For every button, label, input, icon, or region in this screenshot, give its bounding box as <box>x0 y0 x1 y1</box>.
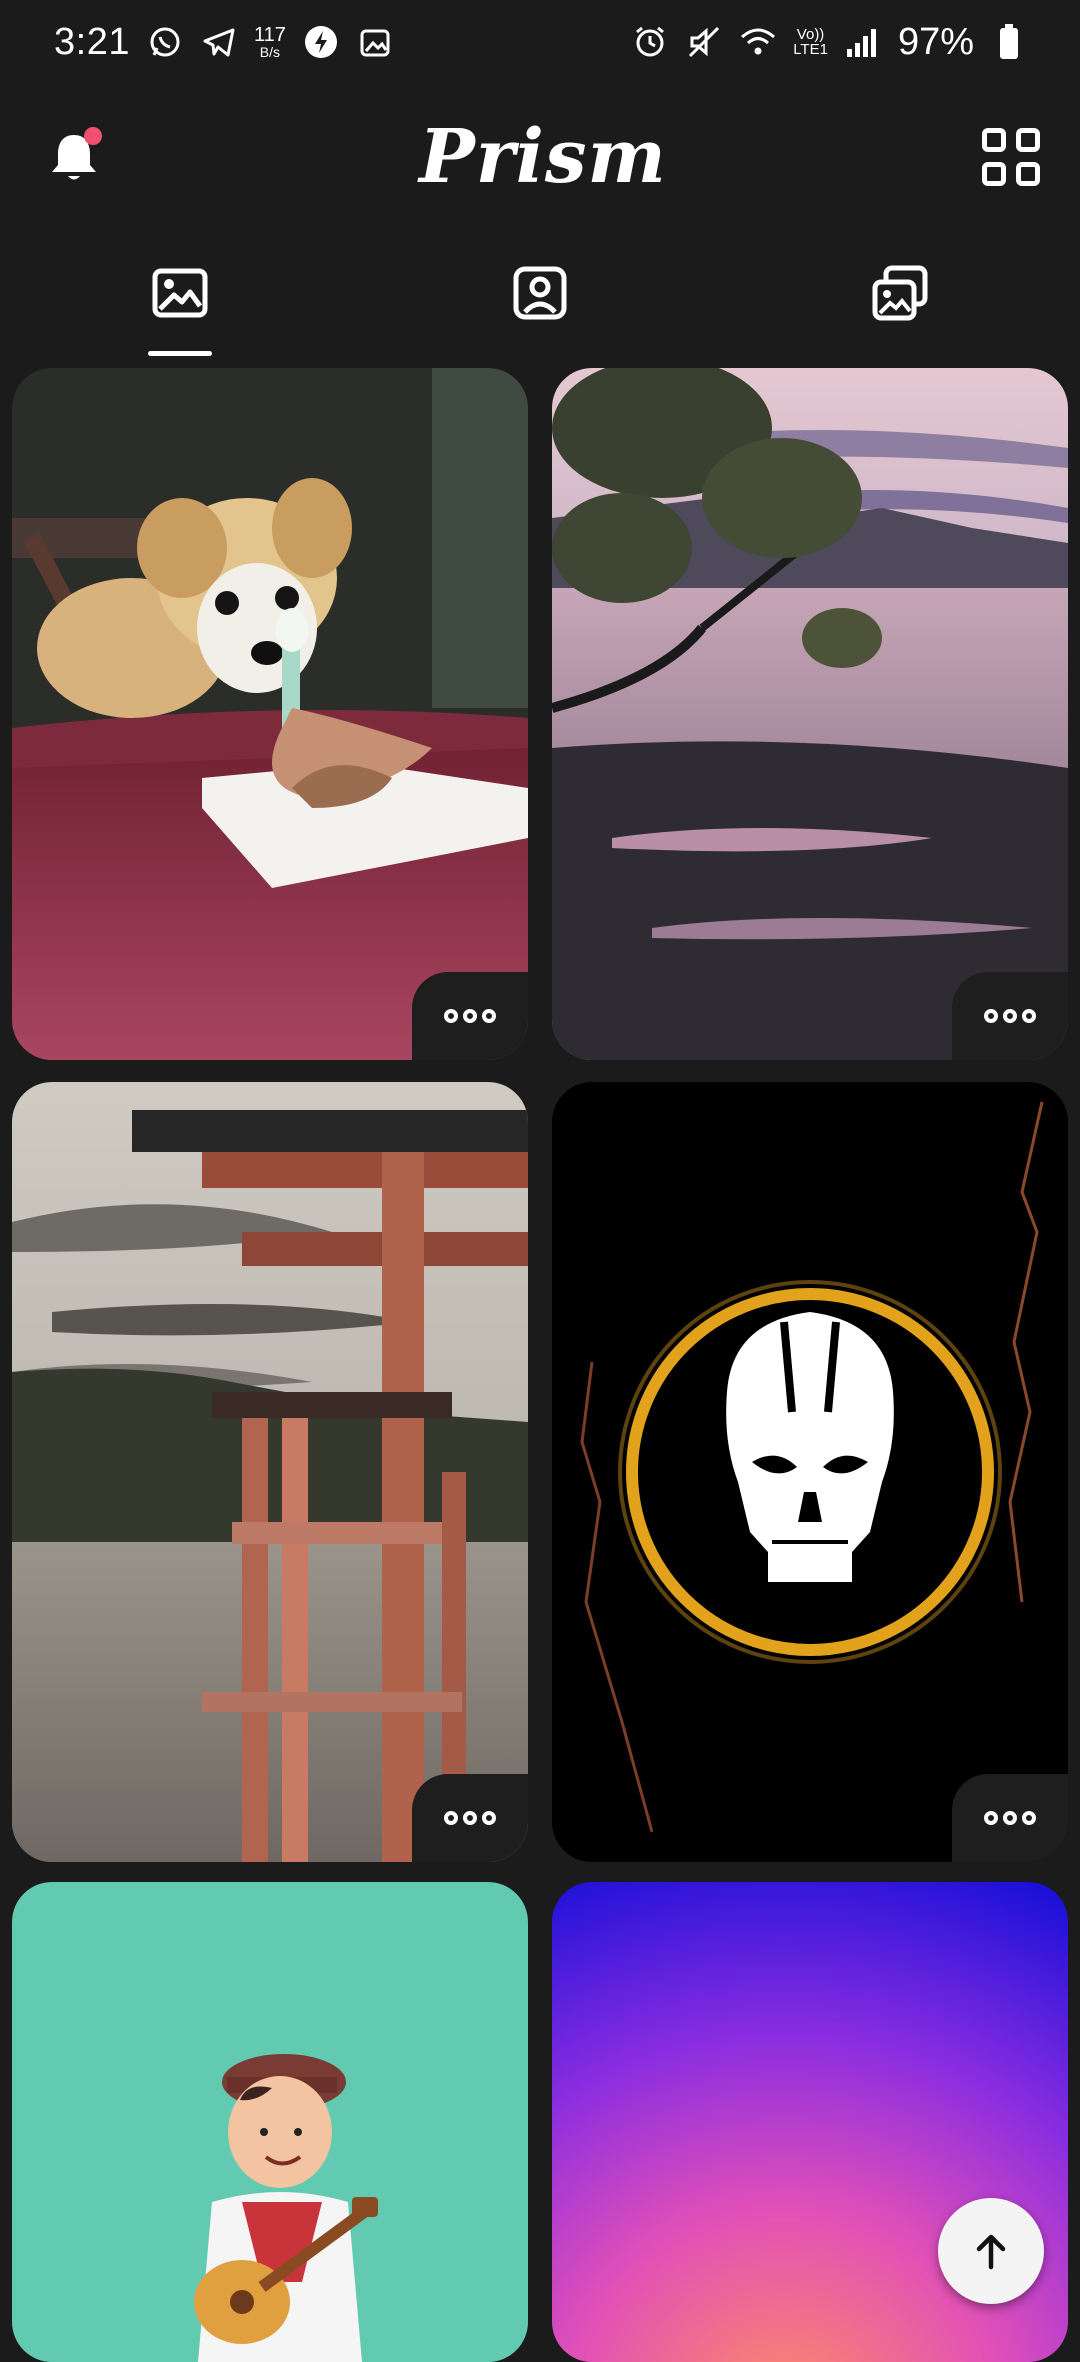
dog-birthday-image <box>12 368 528 1060</box>
skull-emblem-image <box>552 1082 1068 1862</box>
dot-icon <box>482 1009 496 1023</box>
collections-icon <box>872 265 928 321</box>
more-options-button[interactable] <box>952 972 1068 1060</box>
apps-grid-button[interactable] <box>982 128 1040 186</box>
dot-icon <box>463 1009 477 1023</box>
wallpaper-card[interactable] <box>12 1882 528 2362</box>
dot-icon <box>1003 1009 1017 1023</box>
dot-icon <box>1022 1009 1036 1023</box>
more-options-button[interactable] <box>952 1774 1068 1862</box>
status-time: 3:21 <box>54 20 130 63</box>
wallpaper-card[interactable] <box>552 368 1068 1060</box>
dot-icon <box>444 1811 458 1825</box>
dot-icon <box>463 1811 477 1825</box>
whatsapp-icon <box>146 23 184 61</box>
power-saver-icon <box>302 23 340 61</box>
arrow-up-icon <box>976 2234 1006 2270</box>
battery-percent: 97% <box>897 20 974 63</box>
signal-icon <box>844 23 882 61</box>
app-bar: Prism <box>0 84 1080 230</box>
app-title: Prism <box>419 114 667 200</box>
more-options-button[interactable] <box>412 972 528 1060</box>
wallpaper-card[interactable] <box>12 368 528 1060</box>
dot-icon <box>984 1811 998 1825</box>
tab-bar <box>0 230 1080 356</box>
status-bar: 3:21 117 B/s Vo)) LTE1 97% <box>0 0 1080 84</box>
active-tab-indicator <box>148 351 212 356</box>
notification-badge <box>84 127 102 145</box>
wifi-icon <box>739 23 777 61</box>
scroll-to-top-button[interactable] <box>938 2198 1044 2304</box>
profile-icon <box>513 266 567 320</box>
dot-icon <box>984 1009 998 1023</box>
volte-indicator: Vo)) LTE1 <box>793 26 828 58</box>
alarm-icon <box>631 23 669 61</box>
tab-wallpapers[interactable] <box>0 230 360 356</box>
dot-icon <box>1003 1811 1017 1825</box>
dot-icon <box>1022 1811 1036 1825</box>
lake-tree-image <box>552 368 1068 1060</box>
telegram-icon <box>200 23 238 61</box>
more-options-button[interactable] <box>412 1774 528 1862</box>
gallery-icon <box>356 23 394 61</box>
dot-icon <box>482 1811 496 1825</box>
tab-collections[interactable] <box>720 230 1080 356</box>
tab-profile[interactable] <box>360 230 720 356</box>
network-speed: 117 B/s <box>253 24 286 60</box>
mute-icon <box>685 23 723 61</box>
wallpaper-card[interactable] <box>12 1082 528 1862</box>
torii-gate-image <box>12 1082 528 1862</box>
wallpaper-card[interactable] <box>552 1082 1068 1862</box>
image-icon <box>152 268 208 318</box>
notifications-button[interactable] <box>44 127 104 187</box>
dot-icon <box>444 1009 458 1023</box>
guitar-man-image <box>12 1882 528 2362</box>
battery-icon <box>990 23 1028 61</box>
